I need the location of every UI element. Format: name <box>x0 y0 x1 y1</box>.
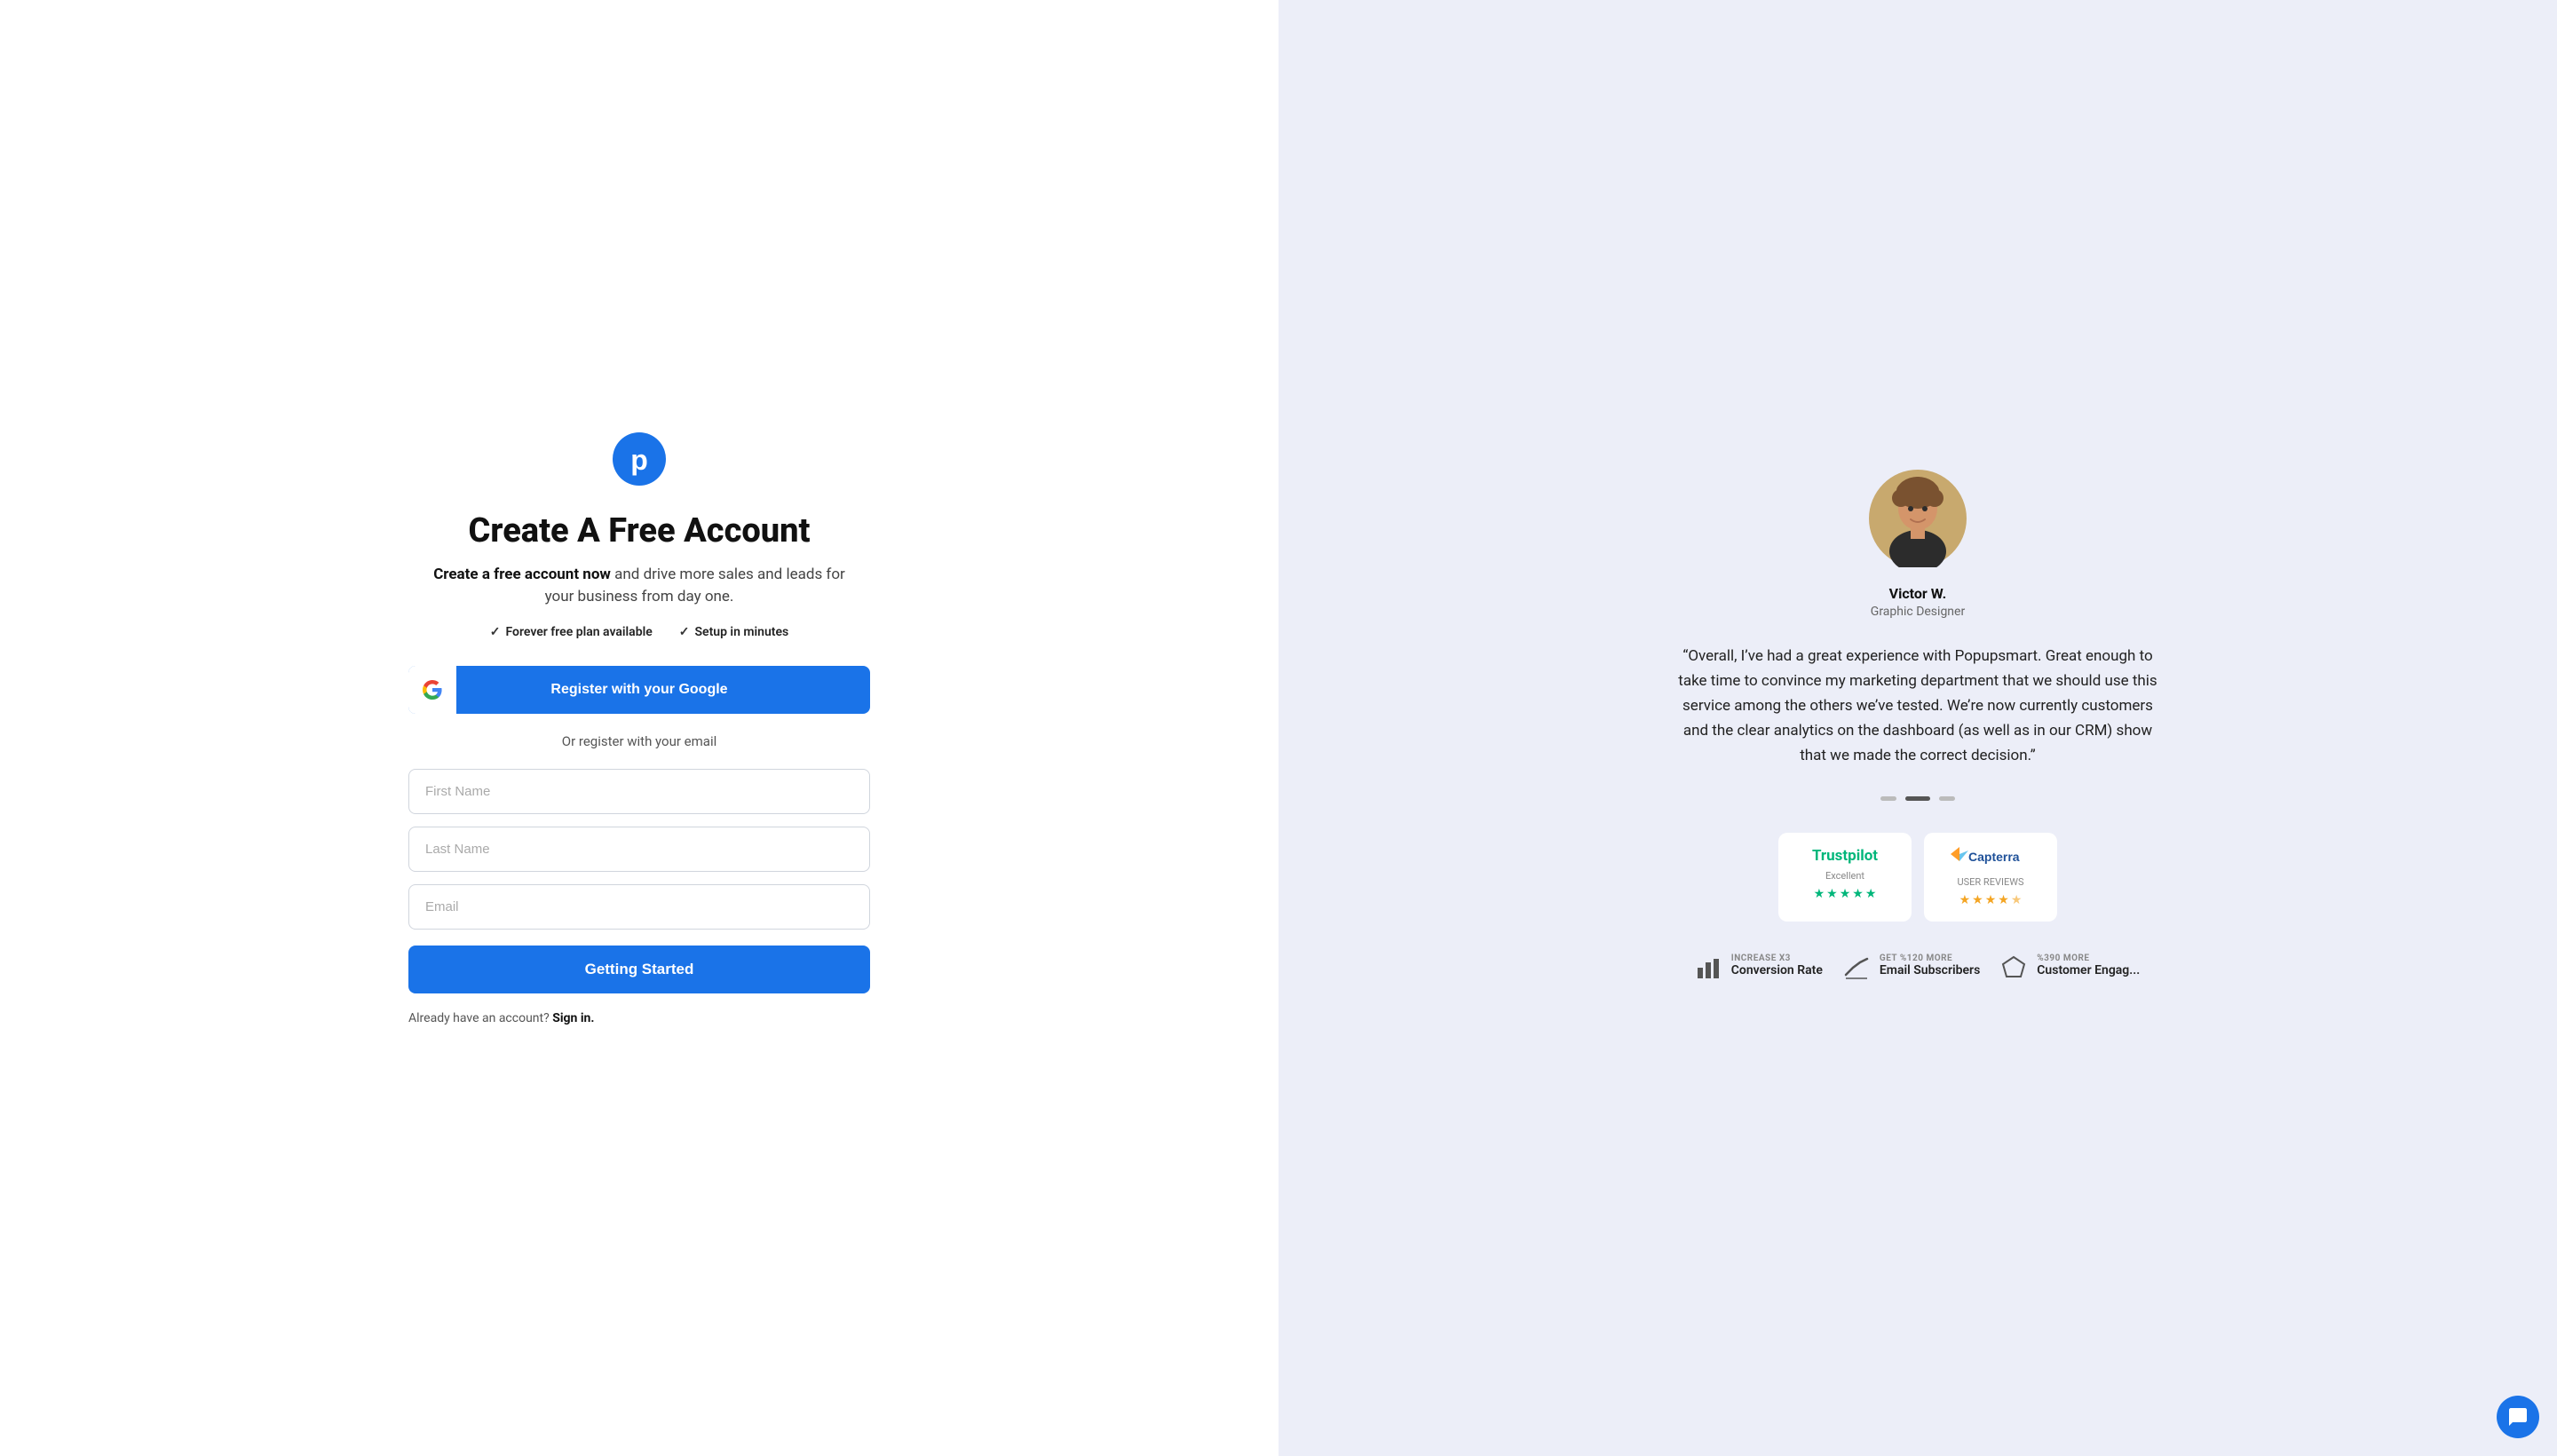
trustpilot-label: Trustpilot <box>1812 847 1878 865</box>
reviewer-role: Graphic Designer <box>1871 605 1965 619</box>
signin-text: Already have an account? <box>408 1011 550 1025</box>
right-panel: Victor W. Graphic Designer “Overall, I’v… <box>1278 0 2557 1456</box>
star-5: ★ <box>1865 887 1877 901</box>
svg-text:Capterra: Capterra <box>1968 850 2020 864</box>
chat-icon <box>2507 1406 2529 1428</box>
google-icon <box>422 679 443 700</box>
stat-3-text: %390 MORE Customer Engag... <box>2037 954 2140 977</box>
email-group <box>408 884 870 930</box>
last-name-group <box>408 827 870 872</box>
stat-2-label: GET %120 MORE <box>1880 954 1980 963</box>
stat-3: %390 MORE Customer Engag... <box>2001 954 2140 986</box>
trustpilot-stars: ★ ★ ★ ★ ★ <box>1814 887 1877 901</box>
cstar-1: ★ <box>1959 893 1971 907</box>
capterra-label: Capterra <box>1951 847 2031 871</box>
cstar-2: ★ <box>1972 893 1983 907</box>
signin-row: Already have an account? Sign in. <box>408 1011 870 1025</box>
subscribers-icon <box>1844 955 1869 986</box>
stat-1-text: INCREASE X3 Conversion Rate <box>1731 954 1823 977</box>
google-btn-label: Register with your Google <box>456 682 870 698</box>
star-2: ★ <box>1826 887 1838 901</box>
stat-2-value: Email Subscribers <box>1880 963 1980 977</box>
trustpilot-sub: Excellent <box>1825 870 1864 882</box>
check-icon-1: ✓ <box>490 625 501 639</box>
testimonial-section: Victor W. Graphic Designer “Overall, I’v… <box>1669 470 2166 986</box>
slider-dots <box>1880 796 1955 801</box>
getting-started-label: Getting Started <box>585 961 694 977</box>
check-icon-2: ✓ <box>679 625 690 639</box>
conversion-icon <box>1696 955 1721 986</box>
first-name-group <box>408 769 870 814</box>
dot-3[interactable] <box>1939 796 1955 801</box>
capterra-stars: ★ ★ ★ ★ ★ <box>1959 893 2023 907</box>
feature-1: ✓ Forever free plan available <box>490 625 653 639</box>
getting-started-button[interactable]: Getting Started <box>408 946 870 993</box>
avatar-container <box>1869 470 1967 571</box>
cstar-5: ★ <box>2011 893 2023 907</box>
stat-3-label: %390 MORE <box>2037 954 2140 963</box>
capterra-badge: Capterra USER REVIEWS ★ ★ ★ ★ ★ <box>1924 833 2057 922</box>
stat-2-text: GET %120 MORE Email Subscribers <box>1880 954 1980 977</box>
stats-row: INCREASE X3 Conversion Rate GET %120 MOR… <box>1696 954 2140 986</box>
signin-link[interactable]: Sign in. <box>552 1011 594 1025</box>
page-title: Create A Free Account <box>468 512 810 551</box>
google-register-button[interactable]: Register with your Google <box>408 666 870 714</box>
testimonial-quote: “Overall, I’ve had a great experience wi… <box>1669 644 2166 768</box>
first-name-input[interactable] <box>408 769 870 814</box>
logo-icon: p <box>611 431 668 487</box>
star-3: ★ <box>1840 887 1851 901</box>
logo-container: p <box>611 431 668 491</box>
left-panel: p Create A Free Account Create a free ac… <box>0 0 1278 1456</box>
capterra-sub: USER REVIEWS <box>1958 876 2024 888</box>
google-icon-box <box>408 666 456 714</box>
badges-row: Trustpilot Excellent ★ ★ ★ ★ ★ Capterra <box>1778 833 2057 922</box>
stat-2: GET %120 MORE Email Subscribers <box>1844 954 1980 986</box>
subtitle-bold: Create a free account now <box>433 566 611 583</box>
last-name-input[interactable] <box>408 827 870 872</box>
feature-2-label: Setup in minutes <box>694 625 788 639</box>
reviewer-name: Victor W. <box>1889 585 1947 602</box>
star-1: ★ <box>1814 887 1825 901</box>
divider-label: Or register with your email <box>562 733 717 749</box>
cstar-3: ★ <box>1985 893 1997 907</box>
trustpilot-badge: Trustpilot Excellent ★ ★ ★ ★ ★ <box>1778 833 1912 922</box>
svg-text:p: p <box>630 444 648 476</box>
cstar-4: ★ <box>1998 893 2009 907</box>
avatar <box>1869 470 1967 567</box>
stat-1: INCREASE X3 Conversion Rate <box>1696 954 1823 986</box>
features-row: ✓ Forever free plan available ✓ Setup in… <box>490 625 789 639</box>
star-4: ★ <box>1852 887 1864 901</box>
stat-3-value: Customer Engag... <box>2037 963 2140 977</box>
stat-1-value: Conversion Rate <box>1731 963 1823 977</box>
email-input[interactable] <box>408 884 870 930</box>
dot-1[interactable] <box>1880 796 1896 801</box>
engagement-icon <box>2001 955 2026 986</box>
capterra-icon: Capterra <box>1951 847 2031 866</box>
feature-2: ✓ Setup in minutes <box>679 625 789 639</box>
page-subtitle: Create a free account now and drive more… <box>426 564 852 609</box>
chat-bubble-button[interactable] <box>2497 1396 2539 1438</box>
stat-1-label: INCREASE X3 <box>1731 954 1823 963</box>
feature-1-label: Forever free plan available <box>505 625 652 639</box>
dot-2[interactable] <box>1905 796 1930 801</box>
